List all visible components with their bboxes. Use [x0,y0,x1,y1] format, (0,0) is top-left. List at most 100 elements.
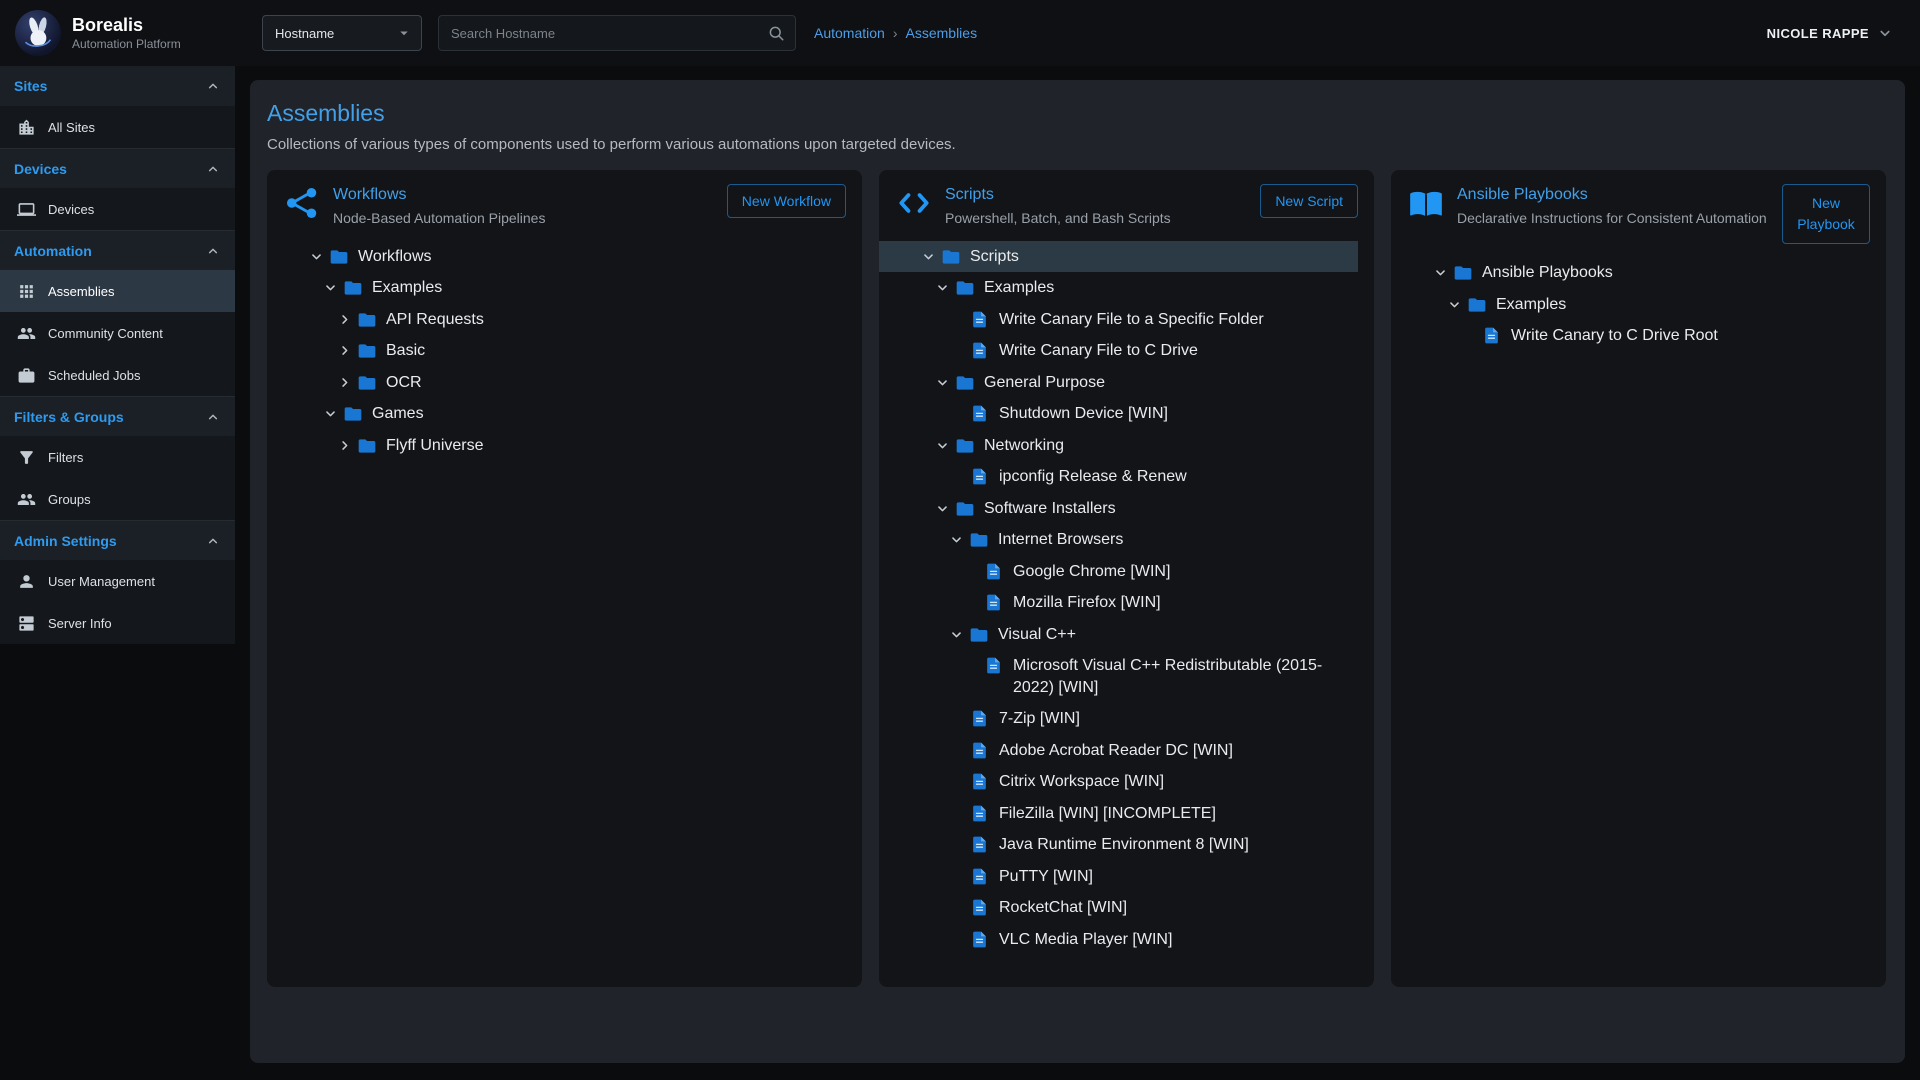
tree-folder-row[interactable]: Visual C++ [879,619,1358,651]
tree-file-row[interactable]: RocketChat [WIN] [879,892,1358,924]
tree-label: Java Runtime Environment 8 [WIN] [999,834,1249,856]
sidebar-item-assemblies[interactable]: Assemblies [0,270,235,312]
tree-label: RocketChat [WIN] [999,897,1127,919]
tree-folder-row[interactable]: Flyff Universe [267,430,846,462]
tree-file-row[interactable]: 7-Zip [WIN] [879,703,1358,735]
breadcrumb-link-automation[interactable]: Automation [814,25,885,41]
file-icon [970,835,989,854]
tree-file-row[interactable]: Shutdown Device [WIN] [879,398,1358,430]
chevron-spacer [943,834,969,855]
tree-file-row[interactable]: VLC Media Player [WIN] [879,924,1358,956]
tree-folder-row[interactable]: Software Installers [879,493,1358,525]
tree-file-row[interactable]: Write Canary to C Drive Root [1391,320,1870,352]
tree-folder-row[interactable]: Examples [267,272,846,304]
card-header: Ansible PlaybooksDeclarative Instruction… [1407,184,1870,244]
tree-file-row[interactable]: Write Canary File to C Drive [879,335,1358,367]
tree-folder-row[interactable]: General Purpose [879,367,1358,399]
tree-label: Adobe Acrobat Reader DC [WIN] [999,740,1233,762]
new-script-button[interactable]: New Script [1260,184,1358,218]
layout: SitesAll SitesDevicesDevicesAutomationAs… [0,66,1920,1080]
sidebar-item-devices[interactable]: Devices [0,188,235,230]
sidebar-section-label: Filters & Groups [14,409,124,425]
tree-folder-row[interactable]: Ansible Playbooks [1391,257,1870,289]
sidebar-section-admin-settings[interactable]: Admin Settings [0,520,235,560]
breadcrumb-separator: › [893,25,898,41]
tree-label: Write Canary File to a Specific Folder [999,309,1264,331]
sidebar-section-label: Admin Settings [14,533,117,549]
borealis-logo [15,10,61,56]
sidebar-item-label: Server Info [48,616,112,631]
tree-label: Basic [386,340,425,362]
sidebar-section-automation[interactable]: Automation [0,230,235,270]
hostname-select[interactable]: Hostname [262,15,422,51]
sidebar-section-filters-groups[interactable]: Filters & Groups [0,396,235,436]
new-workflow-button[interactable]: New Workflow [727,184,846,218]
sidebar-item-label: Assemblies [48,284,114,299]
card-titles: Ansible PlaybooksDeclarative Instruction… [1457,184,1770,228]
user-menu[interactable]: NICOLE RAPPE [1767,24,1894,42]
tree-label: Shutdown Device [WIN] [999,403,1168,425]
chevron-spacer [943,708,969,729]
chevron-spacer [943,771,969,792]
chevron-up-icon [205,161,221,177]
card-titles: ScriptsPowershell, Batch, and Bash Scrip… [945,184,1248,228]
tree-ansible-playbooks: Ansible PlaybooksExamplesWrite Canary to… [1391,257,1870,352]
tree-label: PuTTY [WIN] [999,866,1093,888]
tree-label: Games [372,403,424,425]
chevron-down-icon [303,246,329,267]
file-icon [984,593,1003,612]
chevron-right-icon [331,435,357,456]
sidebar-item-server-info[interactable]: Server Info [0,602,235,644]
sidebar-item-filters[interactable]: Filters [0,436,235,478]
card-titles: WorkflowsNode-Based Automation Pipelines [333,184,715,228]
sidebar-item-all-sites[interactable]: All Sites [0,106,235,148]
tree-folder-row[interactable]: Scripts [879,241,1358,273]
tree-file-row[interactable]: PuTTY [WIN] [879,861,1358,893]
tree-label: Visual C++ [998,624,1076,646]
tree-file-row[interactable]: Adobe Acrobat Reader DC [WIN] [879,735,1358,767]
sidebar-item-label: User Management [48,574,155,589]
sidebar-item-user-management[interactable]: User Management [0,560,235,602]
sidebar-section-sites[interactable]: Sites [0,66,235,106]
chevron-spacer [957,592,983,613]
page-title: Assemblies [267,100,1888,127]
tree-label: Scripts [970,246,1019,268]
tree-folder-row[interactable]: Games [267,398,846,430]
sidebar: SitesAll SitesDevicesDevicesAutomationAs… [0,66,235,644]
tree-file-row[interactable]: Citrix Workspace [WIN] [879,766,1358,798]
tree-folder-row[interactable]: OCR [267,367,846,399]
chevron-up-icon [205,533,221,549]
tree-file-row[interactable]: Mozilla Firefox [WIN] [879,587,1358,619]
chevron-down-icon [1441,294,1467,315]
tree-file-row[interactable]: ipconfig Release & Renew [879,461,1358,493]
tree-file-row[interactable]: Write Canary File to a Specific Folder [879,304,1358,336]
tree-folder-row[interactable]: API Requests [267,304,846,336]
tree-label: Citrix Workspace [WIN] [999,771,1164,793]
tree-folder-row[interactable]: Examples [879,272,1358,304]
brand-text: Borealis Automation Platform [72,15,181,51]
tree-file-row[interactable]: Microsoft Visual C++ Redistributable (20… [879,650,1358,703]
tree-file-row[interactable]: Java Runtime Environment 8 [WIN] [879,829,1358,861]
grid-icon [17,282,36,301]
sidebar-item-groups[interactable]: Groups [0,478,235,520]
chevron-up-icon [205,78,221,94]
tree-folder-row[interactable]: Workflows [267,241,846,273]
tree-label: Microsoft Visual C++ Redistributable (20… [1013,655,1348,698]
tree-file-row[interactable]: FileZilla [WIN] [INCOMPLETE] [879,798,1358,830]
tree-file-row[interactable]: Google Chrome [WIN] [879,556,1358,588]
sidebar-item-scheduled-jobs[interactable]: Scheduled Jobs [0,354,235,396]
new-ansible-playbook-button[interactable]: New Playbook [1782,184,1870,244]
app-title: Borealis [72,15,181,36]
tree-label: Examples [372,277,442,299]
search-input[interactable] [449,25,767,42]
folder-icon [955,436,975,456]
tree-folder-row[interactable]: Examples [1391,289,1870,321]
cards-row: WorkflowsNode-Based Automation Pipelines… [267,170,1888,987]
sidebar-section-devices[interactable]: Devices [0,148,235,188]
tree-folder-row[interactable]: Basic [267,335,846,367]
breadcrumb-link-assemblies[interactable]: Assemblies [906,25,978,41]
sidebar-item-community-content[interactable]: Community Content [0,312,235,354]
tree-folder-row[interactable]: Networking [879,430,1358,462]
file-icon [984,562,1003,581]
tree-folder-row[interactable]: Internet Browsers [879,524,1358,556]
